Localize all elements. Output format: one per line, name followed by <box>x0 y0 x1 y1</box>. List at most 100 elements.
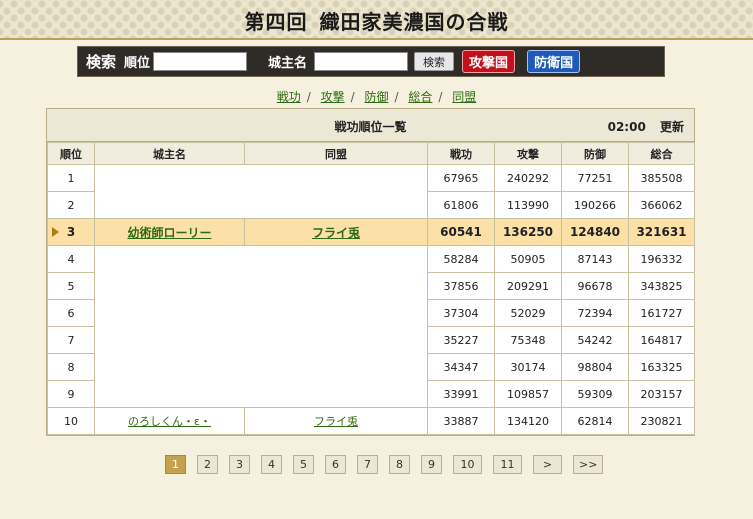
rank-cell: 6 <box>47 299 95 327</box>
next-page-button[interactable]: > <box>533 455 562 474</box>
table-title: 戦功順位一覧 <box>334 120 407 134</box>
defense-cell: 87143 <box>561 245 629 273</box>
table-header-row: 順位 城主名 同盟 戦功 攻撃 防御 総合 <box>47 142 695 165</box>
lord-name-link[interactable]: 幼術師ローリー <box>127 226 211 240</box>
total-cell: 163325 <box>628 353 695 381</box>
page-5-button[interactable]: 5 <box>293 455 314 474</box>
attack-country-button[interactable]: 攻撃国 <box>462 50 516 73</box>
redacted-area <box>94 164 428 219</box>
page-title: 第四回 織田家美濃国の合戦 <box>0 6 753 35</box>
filter-attack-link[interactable]: 攻撃 <box>321 90 345 104</box>
defense-cell: 124840 <box>561 218 629 246</box>
filter-alliance-link[interactable]: 同盟 <box>452 90 476 104</box>
page-9-button[interactable]: 9 <box>421 455 442 474</box>
last-page-button[interactable]: >> <box>573 455 604 474</box>
rank-cell: 1 <box>47 164 95 192</box>
table-row: 4 58284 50905 87143 196332 <box>47 245 695 408</box>
rank-cell: 2 <box>47 191 95 219</box>
update-area: 02:00 更新 <box>608 118 684 135</box>
merit-cell: 61806 <box>427 191 495 219</box>
rank-cell: 10 <box>47 407 95 435</box>
attack-cell: 240292 <box>494 164 562 192</box>
attack-cell: 30174 <box>494 353 562 381</box>
col-alliance-header: 同盟 <box>244 142 428 165</box>
alliance-cell: フライ兎 <box>244 407 428 435</box>
total-cell: 321631 <box>628 218 695 246</box>
rank-input[interactable] <box>153 52 248 71</box>
attack-cell: 52029 <box>494 299 562 327</box>
page-1-button[interactable]: 1 <box>165 455 186 474</box>
defense-cell: 72394 <box>561 299 629 327</box>
refresh-button[interactable]: 更新 <box>660 120 684 134</box>
update-time: 02:00 <box>607 120 646 134</box>
col-lord-header: 城主名 <box>94 142 245 165</box>
search-button[interactable]: 検索 <box>414 52 455 71</box>
attack-cell: 209291 <box>494 272 562 300</box>
col-defense-header: 防御 <box>561 142 629 165</box>
redacted-area <box>94 245 428 408</box>
search-bar: 検索 順位 城主名 検索 攻撃国 防衛国 <box>77 46 665 77</box>
rank-value: 3 <box>66 225 76 239</box>
filter-defense-link[interactable]: 防御 <box>364 90 388 104</box>
total-cell: 366062 <box>628 191 695 219</box>
total-cell: 196332 <box>628 245 695 273</box>
page-header: 第四回 織田家美濃国の合戦 <box>0 0 753 40</box>
merit-cell: 37304 <box>427 299 495 327</box>
page-4-button[interactable]: 4 <box>261 455 282 474</box>
defense-country-button[interactable]: 防衛国 <box>527 50 581 73</box>
sort-filter-links: 戦功 / 攻撃 / 防御 / 総合 / 同盟 <box>276 90 477 104</box>
defense-cell: 96678 <box>561 272 629 300</box>
table-row-current-user: 3 幼術師ローリー フライ兎 60541 136250 124840 32163… <box>47 218 695 246</box>
merit-cell: 33991 <box>427 380 495 408</box>
attack-cell: 75348 <box>494 326 562 354</box>
rank-cell: 8 <box>47 353 95 381</box>
rank-label: 順位 <box>124 56 151 71</box>
search-title: 検索 <box>86 53 117 71</box>
ranking-grid: 順位 城主名 同盟 戦功 攻撃 防御 総合 1 67965 240292 772… <box>47 142 695 435</box>
merit-cell: 67965 <box>427 164 495 192</box>
page-8-button[interactable]: 8 <box>389 455 410 474</box>
defense-cell: 190266 <box>561 191 629 219</box>
defense-cell: 59309 <box>561 380 629 408</box>
page-6-button[interactable]: 6 <box>325 455 346 474</box>
attack-cell: 109857 <box>494 380 562 408</box>
attack-cell: 113990 <box>494 191 562 219</box>
attack-cell: 136250 <box>494 218 562 246</box>
lord-name-link[interactable]: のろしくん・ε・ <box>128 415 211 428</box>
merit-cell: 37856 <box>427 272 495 300</box>
total-cell: 385508 <box>628 164 695 192</box>
pagination: 1 2 3 4 5 6 7 8 9 10 11 > >> <box>165 455 614 474</box>
table-row: 1 67965 240292 77251 385508 <box>47 164 695 219</box>
alliance-link[interactable]: フライ兎 <box>314 415 358 428</box>
total-cell: 203157 <box>628 380 695 408</box>
defense-cell: 98804 <box>561 353 629 381</box>
page-10-button[interactable]: 10 <box>453 455 482 474</box>
defense-cell: 62814 <box>561 407 629 435</box>
col-attack-header: 攻撃 <box>494 142 562 165</box>
attack-cell: 134120 <box>494 407 562 435</box>
current-user-marker-icon <box>52 227 59 237</box>
lord-name-input[interactable] <box>314 52 409 71</box>
col-merit-header: 戦功 <box>427 142 495 165</box>
merit-cell: 33887 <box>427 407 495 435</box>
merit-cell: 34347 <box>427 353 495 381</box>
page-2-button[interactable]: 2 <box>197 455 218 474</box>
page-3-button[interactable]: 3 <box>229 455 250 474</box>
page-11-button[interactable]: 11 <box>493 455 522 474</box>
filter-merit-link[interactable]: 戦功 <box>277 90 301 104</box>
total-cell: 230821 <box>628 407 695 435</box>
merit-cell: 58284 <box>427 245 495 273</box>
total-cell: 164817 <box>628 326 695 354</box>
ranking-table: 戦功順位一覧 02:00 更新 順位 城主名 同盟 戦功 攻撃 防御 総合 1 <box>46 108 695 436</box>
alliance-link[interactable]: フライ兎 <box>312 226 360 240</box>
alliance-cell: フライ兎 <box>244 218 428 246</box>
filter-total-link[interactable]: 総合 <box>408 90 432 104</box>
rank-cell: 7 <box>47 326 95 354</box>
col-total-header: 総合 <box>628 142 695 165</box>
page-title-part-2: 織田家美濃国の合戦 <box>319 10 509 34</box>
lord-name-label: 城主名 <box>268 56 308 71</box>
rank-cell: 5 <box>47 272 95 300</box>
page-7-button[interactable]: 7 <box>357 455 378 474</box>
total-cell: 343825 <box>628 272 695 300</box>
rank-cell: 9 <box>47 380 95 408</box>
